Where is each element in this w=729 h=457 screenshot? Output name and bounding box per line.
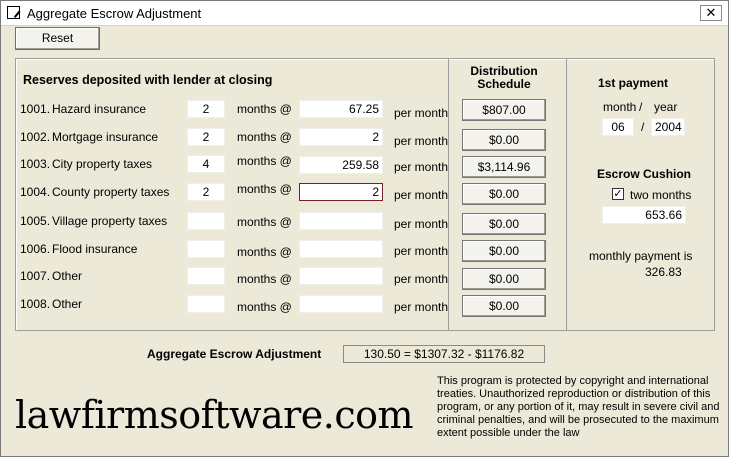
cushion-value-field[interactable]: 653.66 <box>602 206 686 224</box>
row-label-flood-insurance: Flood insurance <box>52 242 138 256</box>
per-month-label: per month <box>394 134 449 148</box>
rate-input[interactable]: 259.58 <box>299 156 383 174</box>
date-slash-2: / <box>641 120 645 134</box>
row-number: 1007. <box>20 269 51 283</box>
row-label-other: Other <box>52 297 83 311</box>
per-month-label: per month <box>394 244 449 258</box>
months-input[interactable] <box>187 267 225 285</box>
date-slash: / <box>639 100 643 114</box>
copyright-notice: This program is protected by copyright a… <box>437 375 720 439</box>
distribution-heading-line1: Distribution <box>470 64 538 78</box>
row-number: 1002. <box>20 130 51 144</box>
amount-button[interactable]: $0.00 <box>462 183 546 205</box>
months-at-label: months @ <box>237 102 292 116</box>
months-at-label: months @ <box>237 300 292 314</box>
row-number: 1001. <box>20 102 51 116</box>
distribution-heading-line2: Schedule <box>477 77 531 91</box>
payment-month-input[interactable]: 06 <box>602 118 634 136</box>
per-month-label: per month <box>394 106 449 120</box>
monthly-payment-label: monthly payment is <box>589 249 693 263</box>
window-title: Aggregate Escrow Adjustment <box>27 6 202 21</box>
month-label: month <box>603 100 637 114</box>
row-label-hazard-insurance: Hazard insurance <box>52 102 147 116</box>
rate-input[interactable]: 2 <box>299 128 383 146</box>
months-input[interactable] <box>187 295 225 313</box>
per-month-label: per month <box>394 160 449 174</box>
rate-input-focused[interactable]: 2 <box>299 183 383 201</box>
months-input[interactable] <box>187 240 225 258</box>
months-input[interactable]: 2 <box>187 100 225 118</box>
year-label: year <box>654 100 678 114</box>
per-month-label: per month <box>394 272 449 286</box>
row-label-city-property-taxes: City property taxes <box>52 157 153 171</box>
amount-button[interactable]: $0.00 <box>462 240 546 262</box>
row-number: 1008. <box>20 297 51 311</box>
two-months-label: two months <box>630 188 692 202</box>
first-payment-heading: 1st payment <box>598 76 669 90</box>
months-at-label: months @ <box>237 215 292 229</box>
close-button[interactable]: ✕ <box>700 5 722 21</box>
distribution-divider <box>448 58 449 331</box>
amount-button[interactable]: $0.00 <box>462 268 546 290</box>
row-number: 1005. <box>20 214 51 228</box>
rate-input[interactable] <box>299 240 383 258</box>
payment-divider <box>566 58 567 331</box>
row-label-other: Other <box>52 269 83 283</box>
months-input[interactable]: 2 <box>187 128 225 146</box>
escrow-cushion-heading: Escrow Cushion <box>597 167 692 181</box>
rate-input[interactable] <box>299 267 383 285</box>
reset-button[interactable]: Reset <box>15 27 100 50</box>
amount-button[interactable]: $3,114.96 <box>462 156 546 178</box>
months-at-label: months @ <box>237 154 292 168</box>
rate-input[interactable]: 67.25 <box>299 100 383 118</box>
per-month-label: per month <box>394 217 449 231</box>
months-at-label: months @ <box>237 245 292 259</box>
row-number: 1006. <box>20 242 51 256</box>
row-label-county-property-taxes: County property taxes <box>52 185 170 199</box>
payment-year-input[interactable]: 2004 <box>651 118 685 136</box>
row-label-mortgage-insurance: Mortgage insurance <box>52 130 159 144</box>
row-label-village-property-taxes: Village property taxes <box>52 214 168 228</box>
amount-button[interactable]: $0.00 <box>462 129 546 151</box>
months-at-label: months @ <box>237 130 292 144</box>
amount-button[interactable]: $807.00 <box>462 99 546 121</box>
months-at-label: months @ <box>237 272 292 286</box>
rate-input[interactable] <box>299 212 383 230</box>
months-at-label: months @ <box>237 182 292 196</box>
per-month-label: per month <box>394 188 449 202</box>
lawfirmsoftware-logo: lawfirmsoftware.com <box>15 393 414 437</box>
app-icon <box>7 6 20 19</box>
months-input[interactable]: 4 <box>187 155 225 173</box>
two-months-checkbox[interactable]: ✓ <box>612 188 624 200</box>
title-bar[interactable]: Aggregate Escrow Adjustment ✕ <box>1 1 728 26</box>
rate-input[interactable] <box>299 295 383 313</box>
aggregate-result-field: 130.50 = $1307.32 - $1176.82 <box>343 345 545 363</box>
aggregate-label: Aggregate Escrow Adjustment <box>147 347 322 361</box>
monthly-payment-value: 326.83 <box>645 265 682 279</box>
row-number: 1003. <box>20 157 51 171</box>
amount-button[interactable]: $0.00 <box>462 213 546 235</box>
amount-button[interactable]: $0.00 <box>462 295 546 317</box>
per-month-label: per month <box>394 300 449 314</box>
row-number: 1004. <box>20 185 51 199</box>
reserves-heading: Reserves deposited with lender at closin… <box>23 73 273 87</box>
months-input[interactable] <box>187 212 225 230</box>
main-window: Aggregate Escrow Adjustment ✕ Reset Rese… <box>0 0 729 457</box>
months-input[interactable]: 2 <box>187 183 225 201</box>
